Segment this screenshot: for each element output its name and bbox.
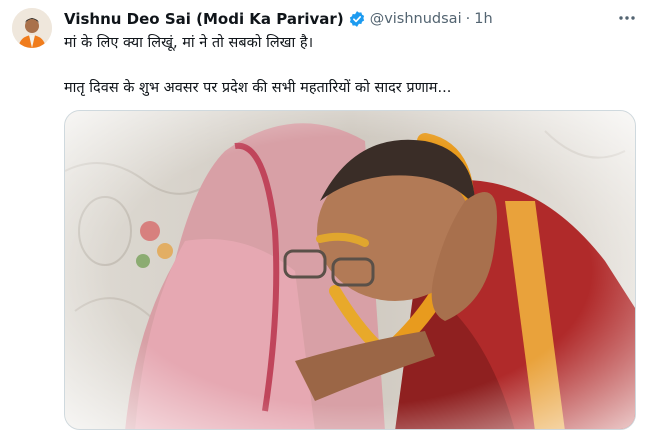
tweet-header: Vishnu Deo Sai (Modi Ka Parivar) @vishnu… <box>64 9 612 29</box>
author-avatar[interactable] <box>12 8 52 48</box>
verified-badge-icon <box>348 10 366 28</box>
more-options-icon[interactable] <box>616 8 638 28</box>
author-handle[interactable]: @vishnudsai <box>370 11 462 27</box>
photo-embrace <box>65 111 635 429</box>
tweet-text-line-1: मां के लिए क्या लिखूं, मां ने तो सबको लि… <box>64 35 314 51</box>
tweet-media-image[interactable] <box>64 110 636 430</box>
timestamp[interactable]: 1h <box>474 11 492 27</box>
author-name[interactable]: Vishnu Deo Sai (Modi Ka Parivar) <box>64 10 344 28</box>
separator-dot: · <box>465 11 471 27</box>
tweet-text-line-2: मातृ दिवस के शुभ अवसर पर प्रदेश की सभी म… <box>64 80 452 96</box>
profile-photo <box>12 8 52 48</box>
